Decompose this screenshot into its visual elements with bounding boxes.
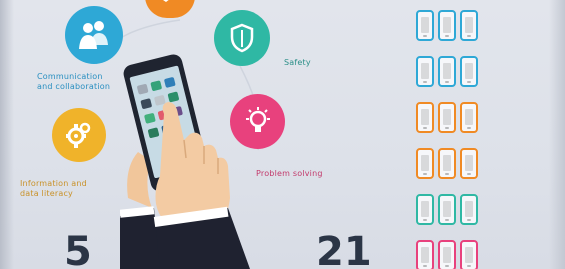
competence-phone-icon bbox=[438, 194, 456, 225]
safety-label: Safety bbox=[284, 58, 311, 67]
competence-phone-icon bbox=[460, 102, 478, 133]
competence-phone-icon bbox=[438, 10, 456, 41]
competence-count-number: 21 bbox=[316, 229, 372, 269]
competence-phone-icon bbox=[460, 56, 478, 87]
communication-label: Communication and collaboration bbox=[37, 72, 111, 91]
information-label: Information and data literacy bbox=[20, 179, 87, 198]
competence-phone-icon bbox=[416, 10, 434, 41]
competence-phone-icon bbox=[460, 10, 478, 41]
area-count-number: 5 bbox=[64, 229, 92, 269]
smartphone-hand-illustration bbox=[120, 54, 250, 269]
competence-phone-icon bbox=[438, 240, 456, 269]
pencil-icon bbox=[163, 0, 169, 2]
competence-phone-icon bbox=[416, 240, 434, 269]
people-icon bbox=[79, 21, 108, 49]
competence-icon-grid bbox=[414, 10, 486, 269]
competence-phone-icon bbox=[460, 148, 478, 179]
information-circle bbox=[52, 108, 106, 162]
competence-phone-icon bbox=[416, 148, 434, 179]
slide: Communication and collaboration Safety I… bbox=[0, 0, 565, 269]
communication-circle bbox=[65, 6, 123, 64]
gears-icon bbox=[66, 122, 91, 148]
competence-phone-icon bbox=[416, 56, 434, 87]
competence-phone-icon bbox=[416, 102, 434, 133]
competence-phone-icon bbox=[460, 194, 478, 225]
competence-phone-icon bbox=[438, 148, 456, 179]
competence-phone-icon bbox=[438, 56, 456, 87]
competence-phone-icon bbox=[416, 194, 434, 225]
competence-phone-icon bbox=[438, 102, 456, 133]
competence-phone-icon bbox=[460, 240, 478, 269]
